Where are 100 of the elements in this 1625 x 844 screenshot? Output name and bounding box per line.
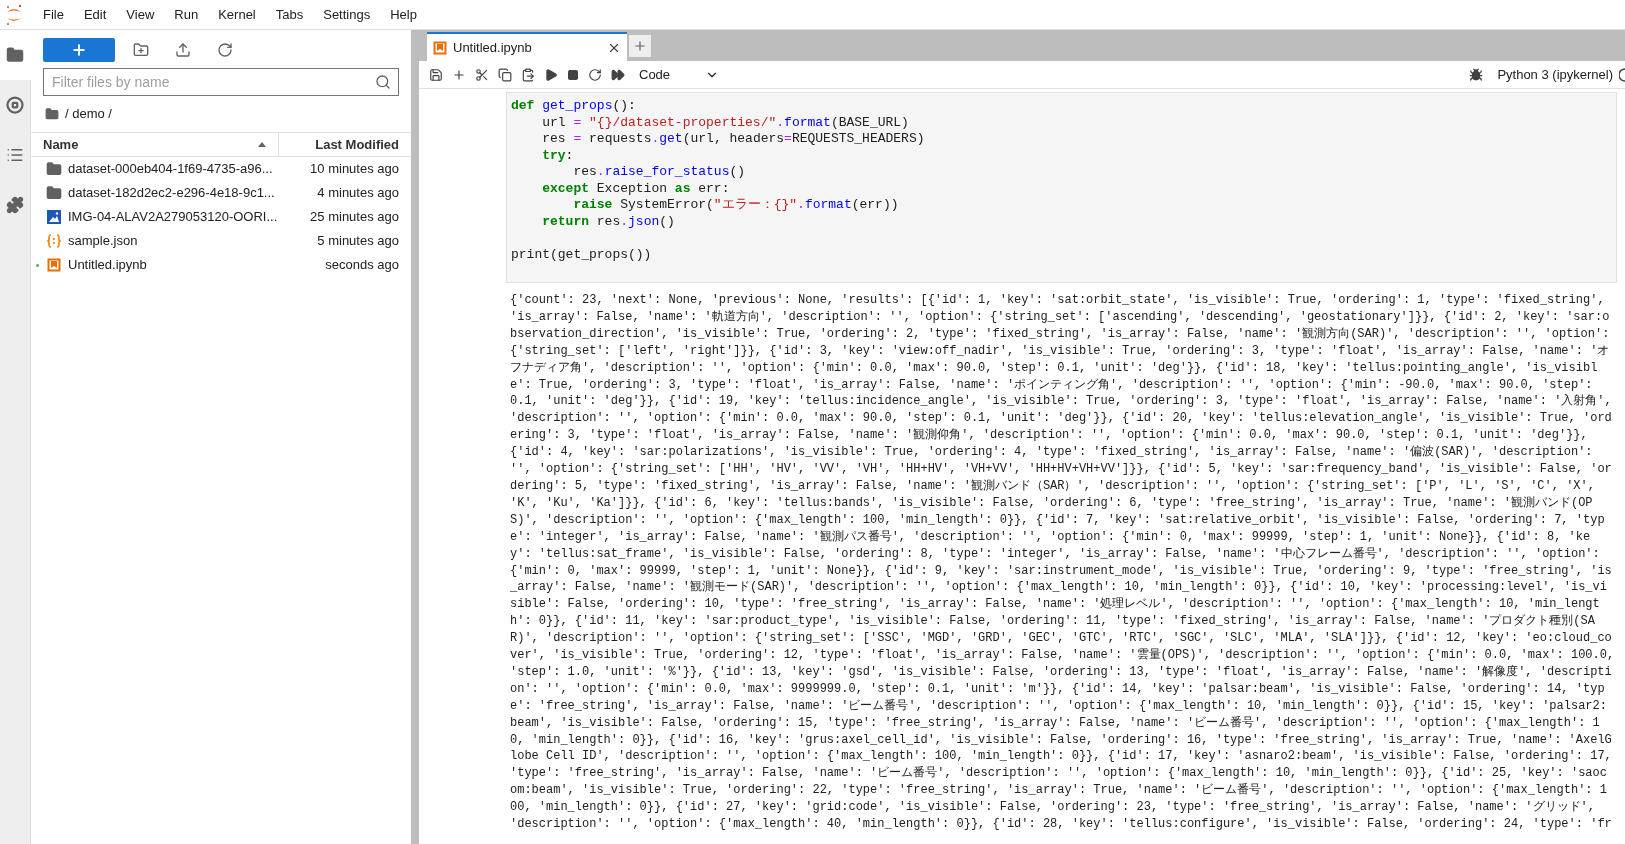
plus-icon xyxy=(633,39,647,53)
folder-plus-icon xyxy=(133,42,149,58)
menu-item[interactable]: Help xyxy=(380,0,427,29)
file-name: dataset-182d2ec2-e296-4e18-9c1... xyxy=(68,184,276,203)
output-line: S)', 'description': '', 'option': {'max_length': 100, 'min_length': 0}}, {'id': 7, 'key': 'sat:relative_orbit', 'is_visible': False, 'ordering': 7, 'typ xyxy=(510,511,1605,529)
folder-icon xyxy=(45,107,59,121)
cell-type-dropdown[interactable]: Code xyxy=(639,64,719,85)
menu-item[interactable]: Edit xyxy=(73,0,117,29)
modified-time: 4 minutes ago xyxy=(317,184,399,203)
stop-icon[interactable] xyxy=(567,68,579,81)
notebook-file-icon xyxy=(47,258,61,272)
restart-icon[interactable] xyxy=(588,67,602,82)
output-line: om:beam', 'is_visible': True, 'ordering': 22, 'type': 'free_string', 'is_array': True, 'name': 'ビーム番号', 'description': '', 'option': {'max_length': 1 xyxy=(510,782,1607,800)
stop-icon xyxy=(6,96,24,114)
menu-item[interactable]: Kernel xyxy=(208,0,266,29)
output-line: '', 'option': {'string_set': ['HH', 'HV', 'VV', 'VH', 'HH+HV', 'VH+VV', 'HH+HV+VH+VV']}}, {'id': 5, 'key': 'sar:frequency_band', 'is_visible': False, 'or xyxy=(510,461,1612,478)
code-line: def get_props(): xyxy=(511,98,636,115)
code-line: print(get_props()) xyxy=(511,246,652,263)
folder-icon xyxy=(46,185,62,201)
filter-field[interactable]: Filter files by name xyxy=(43,68,399,96)
file-entry[interactable]: Untitled.ipynb seconds ago xyxy=(31,253,411,277)
output-line: フナディア角', 'description': '', 'option': {'min': 0.0, 'max': 90.0, 'step': 0.1, 'unit': 'deg'}}, {'id': 18, 'key': 'tellus:pointing_angle', 'is_visibl xyxy=(510,359,1598,377)
output-line: bservation_direction', 'is_visible': True, 'ordering': 2, 'type': 'fixed_string', 'is_array': False, 'name': '観測方向(SAR)', 'description': '', 'option': xyxy=(510,325,1610,343)
sort-ascending-icon xyxy=(258,142,266,147)
name-column-header[interactable]: Name xyxy=(31,133,279,156)
output-line: ering': 3, 'type': 'float', 'is_array': False, 'name': '観測仰角', 'description': '', 'option': {'min': 0.0, 'max': 90.0, 'step': 0.1, 'unit': 'deg'}}, xyxy=(510,427,1588,445)
plus-icon xyxy=(71,42,87,58)
menu-item[interactable]: Run xyxy=(164,0,209,29)
notebook-file-icon xyxy=(433,40,447,55)
copy-icon[interactable] xyxy=(498,67,512,82)
new-launcher-button[interactable] xyxy=(43,38,115,62)
output-line: on': '', 'option': {'min': 0.0, 'max': 9999999.0, 'step': 0.1, 'unit': 'm'}}, {'id': 14, 'key': 'palsar:beam', 'is_visible': False, 'ordering': 14, 'typ xyxy=(510,680,1605,698)
modified-column-header[interactable]: Last Modified xyxy=(279,133,411,156)
output-line: 'type': 'free_string', 'is_array': False, 'name': 'ビーム番号', 'description': '', 'option': {'max_length': 10, 'min_length': 0}}, {'id': 25, 'key': 'saoc xyxy=(510,765,1607,783)
modified-time: 25 minutes ago xyxy=(310,208,399,227)
menu-item[interactable]: File xyxy=(33,0,74,29)
scissors-icon[interactable] xyxy=(475,67,489,82)
plus-icon[interactable] xyxy=(452,67,466,82)
output-line: e': 'integer', 'is_array': False, 'name': '観測パス番号', 'description': '', 'option': {'min': 0, 'max': 99999, 'step': 1, 'unit': None}}, {'id': 8, 'ke xyxy=(510,528,1591,546)
save-icon[interactable] xyxy=(429,67,443,82)
file-name: dataset-000eb404-1f69-4735-a96... xyxy=(68,160,274,179)
file-entry[interactable]: sample.json 5 minutes ago xyxy=(31,229,411,253)
output-line: {'id': 4, 'key': 'sar:polarizations', 'is_visible': True, 'ordering': 4, 'type': 'fixed_string', 'is_array': False, 'name': '偏波(SAR)', 'description': xyxy=(510,444,1593,462)
output-line: 'is_array': False, 'name': '軌道方向', 'description': '', 'option': {'string_set': ['ascending', 'descending', 'geostationary']}}, {'id': 2, 'key': 'sar:o xyxy=(510,308,1610,326)
output-line: ver', 'is_visible': True, 'ordering': 12, 'type': 'float', 'is_array': False, 'name': '雲量(OPS)', 'description': '', 'option': {'min': 0.0, 'max': 100.0, xyxy=(510,647,1615,664)
upload-icon xyxy=(175,42,191,58)
code-line: raise SystemError("エラー：{}".format(err)) xyxy=(572,197,899,214)
list-icon xyxy=(6,146,24,164)
fast-forward-icon[interactable] xyxy=(611,67,625,82)
output-line: 'description': '', 'option': {'min': 0.0, 'max': 90.0, 'step': 0.1, 'unit': 'deg'}}, {'id': 20, 'key': 'tellus:elevation_angle', 'is_visible': True, 'ord xyxy=(510,410,1612,428)
image-file-icon xyxy=(47,210,61,224)
output-line: y': 'tellus:sat_frame', 'is_visible': False, 'ordering': 8, 'type': 'integer', 'is_array': False, 'name': '中心フレーム番号', 'description': '', 'option': xyxy=(510,545,1600,563)
output-line: 00, 'min_length': 0}}, {'id': 27, 'key': 'grid:code', 'is_visible': False, 'ordering': 23, 'type': 'free_string', 'is_array': False, 'name': 'グリッド', xyxy=(510,799,1595,817)
output-line: R)', 'description': '', 'option': {'string_set': ['SSC', 'MGD', 'GRD', 'GEC', 'GTC', 'RTC', 'SGC', 'SLC', 'MLA', 'SLA']}}, {'id': 12, 'key': 'eo:cloud_co xyxy=(510,630,1612,648)
menu-item[interactable]: Settings xyxy=(313,0,381,29)
json-file-icon xyxy=(47,234,61,248)
modified-time: 10 minutes ago xyxy=(310,160,399,179)
kernel-name[interactable]: Python 3 (ipykernel) xyxy=(1497,64,1613,85)
code-line: res.raise_for_status() xyxy=(572,164,746,181)
code-line: return res.json() xyxy=(541,213,675,230)
paste-icon[interactable] xyxy=(521,67,535,82)
play-icon[interactable] xyxy=(544,67,558,82)
modified-time: seconds ago xyxy=(325,256,399,275)
output-line: 'K', 'Ku', 'Ka']}}, {'id': 6, 'key': 'tellus:bands', 'is_visible': False, 'ordering': 6, 'type': 'free_string', 'is_array': True, 'name': '観測バンド(OP xyxy=(510,494,1593,512)
output-line: _array': False, 'name': '観測モード(SAR)', 'description': '', 'option': {'max_length': 10, 'min_length': 0}}, {'id': 10, 'key': 'processing:level', 'is_vi xyxy=(510,579,1607,597)
file-browser-tab[interactable] xyxy=(0,30,31,80)
output-line: {'string_set': ['left', 'right']}}, {'id': 3, 'key': 'view:off_nadir', 'is_visible': True, 'ordering': 3, 'type': 'float', 'is_array': False, 'name': 'オ xyxy=(510,342,1610,360)
code-line: res = requests.get(url, headers=REQUESTS_HEADERS) xyxy=(541,131,925,148)
output-line: h': 0}}, {'id': 11, 'key': 'sar:product_type', 'is_visible': False, 'ordering': 11, 'type': 'fixed_string', 'is_array': False, 'name': 'プロダクト種別(SA xyxy=(510,613,1595,631)
code-line: except Exception as err: xyxy=(541,180,730,197)
output-line: 'step': 1.0, 'unit': '%'}}, {'id': 13, 'key': 'gsd', 'is_visible': False, 'ordering': 13, 'type': 'float', 'is_array': False, 'name': '解像度', 'descripti xyxy=(510,663,1612,681)
output-line: {'min': 0, 'max': 99999, 'step': 1, 'unit': None}}, {'id': 9, 'key': 'sar:instrument_mode', 'is_visible': True, 'ordering': 9, 'type': 'free_string', 'is xyxy=(510,562,1612,580)
output-line: 0.1, 'unit': 'deg'}}, {'id': 19, 'key': 'tellus:incidence_angle', 'is_visible': True, 'ordering': 3, 'type': 'float', 'is_array': False, 'name': '入射角', xyxy=(510,393,1612,411)
output-line: lobe Cell ID', 'description': '', 'option': {'max_length': 100, 'min_length': 0}}, {'id': 17, 'key': 'asnaro2:beam', 'is_visible': False, 'ordering': 17, xyxy=(510,748,1612,766)
output-line: 'description': '', 'option': {'max_length': 40, 'min_length': 0}}, {'id': 28, 'key': 'tellus:configure', 'is_visible': False, 'ordering': 24, 'type': 'fr xyxy=(510,816,1612,833)
menu-item[interactable]: View xyxy=(116,0,165,29)
refresh-icon xyxy=(217,42,233,58)
menu-item[interactable]: Tabs xyxy=(265,0,314,29)
search-icon xyxy=(375,74,391,90)
app-logo-icon xyxy=(5,3,23,26)
output-line: dering': 5, 'type': 'fixed_string', 'is_array': False, 'name': '観測バンド（SAR）', 'description': '', 'option': {'string_set': ['P', 'L', 'S', 'C', 'X', xyxy=(510,477,1595,495)
code-cell[interactable] xyxy=(506,92,1617,283)
folder-icon xyxy=(46,161,62,177)
output-line: sible': False, 'ordering': 10, 'type': 'free_string', 'is_array': False, 'name': '処理レベル', 'description': '', 'option': {'max_length': 10, 'min_lengt xyxy=(510,596,1600,614)
breadcrumb[interactable]: / demo / xyxy=(65,104,112,124)
file-name: sample.json xyxy=(68,232,139,251)
puzzle-icon xyxy=(6,196,24,214)
output-line: {'count': 23, 'next': None, 'previous': None, 'results': [{'id': 1, 'key': 'sat:orbit_state', 'is_visible': True, 'ordering': 1, 'type': 'fixed_string', xyxy=(510,292,1605,309)
file-entry[interactable]: IMG-04-ALAV2A279053120-OORI... 25 minutes ago xyxy=(31,205,411,229)
bug-icon[interactable] xyxy=(1469,67,1484,82)
file-name: IMG-04-ALAV2A279053120-OORI... xyxy=(68,208,279,227)
file-entry[interactable]: dataset-000eb404-1f69-4735-a96... 10 minutes ago xyxy=(31,157,411,181)
modified-time: 5 minutes ago xyxy=(317,232,399,251)
code-line: try: xyxy=(541,147,574,164)
file-name: Untitled.ipynb xyxy=(68,256,148,275)
notebook-tab[interactable]: Untitled.ipynb xyxy=(427,32,627,61)
output-line: 0, 'min_length': 0}}, {'id': 16, 'key': 'grus:axel_cell_id', 'is_visible': False, 'ordering': 16, 'type': 'free_string', 'is_array': True, 'name': 'AxelG xyxy=(510,731,1612,749)
file-entry[interactable]: dataset-182d2ec2-e296-4e18-9c1... 4 minutes ago xyxy=(31,181,411,205)
output-line: beam', 'is_visible': False, 'ordering': 15, 'type': 'free_string', 'is_array': False, 'name': 'ビーム番号', 'description': '', 'option': {'max_length': 1 xyxy=(510,714,1600,732)
output-line: e': True, 'ordering': 3, 'type': 'float', 'is_array': False, 'name': 'ポインティング角', 'description': '', 'option': {'min': -90.0, 'max': 90.0, 'step': xyxy=(510,376,1593,394)
